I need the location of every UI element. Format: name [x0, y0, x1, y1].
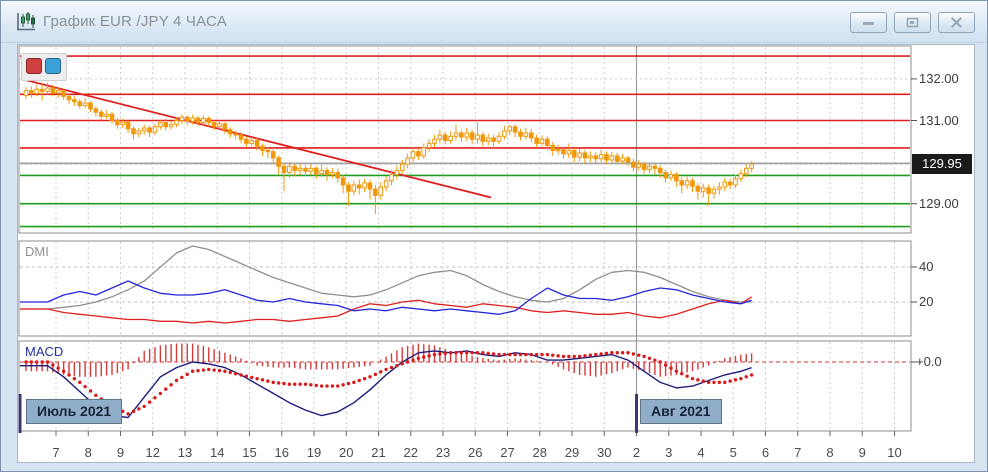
x-axis-day-label: 2 [632, 445, 641, 460]
x-axis-day-label: 19 [306, 445, 322, 460]
dmi-tick-20: 20 [919, 294, 934, 309]
x-axis-day-label: 20 [339, 445, 354, 460]
x-axis-day-label: 14 [210, 445, 225, 460]
y-axis-label-132: 132.00 [919, 71, 959, 86]
dmi-tick-40: 40 [919, 259, 934, 274]
chart-canvas[interactable] [1, 1, 988, 472]
x-axis-day-label: 26 [468, 445, 483, 460]
x-axis-day-label: 8 [826, 445, 834, 460]
red-marker-button[interactable] [26, 58, 42, 74]
x-axis-day-label: 22 [403, 445, 418, 460]
y-axis-label-131: 131.00 [919, 113, 959, 128]
x-axis-day-label: 12 [145, 445, 160, 460]
dmi-panel-label: DMI [25, 244, 49, 259]
x-axis-day-label: 6 [761, 445, 770, 460]
x-axis-day-label: 9 [116, 445, 125, 460]
x-axis-day-label: 7 [794, 445, 802, 460]
x-axis: 7 8 9 12 13 14 15 16 19 20 21 22 23 26 27 28 29 30 2 3 4 5 6 7 8… [1, 445, 987, 465]
x-axis-day-label: 8 [84, 445, 92, 460]
macd-zero-tick: +0.0 [916, 354, 942, 369]
month-marker-august: Авг 2021 [640, 399, 722, 424]
x-axis-day-label: 21 [371, 445, 386, 460]
y-axis-label-129: 129.00 [919, 196, 959, 211]
x-axis-day-label: 29 [564, 445, 580, 460]
x-axis-day-label: 15 [242, 445, 257, 460]
x-axis-day-label: 7 [52, 445, 60, 460]
x-axis-day-label: 16 [274, 445, 289, 460]
x-axis-day-label: 13 [177, 445, 193, 460]
x-axis-day-label: 3 [665, 445, 673, 460]
chart-client-area: 132.00 131.00 129.00 129.95 DMI 40 20 MA… [1, 42, 987, 471]
blue-marker-button[interactable] [45, 58, 61, 74]
macd-panel-label: MACD [25, 344, 64, 359]
x-axis-day-label: 30 [597, 445, 612, 460]
current-price-badge: 129.95 [912, 154, 972, 174]
x-axis-day-label: 27 [500, 445, 515, 460]
chart-toolbar [21, 53, 67, 81]
x-axis-day-label: 23 [435, 445, 451, 460]
month-marker-july: Июль 2021 [26, 399, 123, 424]
x-axis-day-label: 9 [858, 445, 866, 460]
chart-window: График EUR /JPY 4 ЧАСА 132.00 131.00 129… [0, 0, 988, 472]
x-axis-day-label: 28 [532, 445, 547, 460]
x-axis-day-label: 4 [697, 445, 705, 460]
x-axis-day-label: 10 [887, 445, 902, 460]
x-axis-day-label: 5 [729, 445, 737, 460]
